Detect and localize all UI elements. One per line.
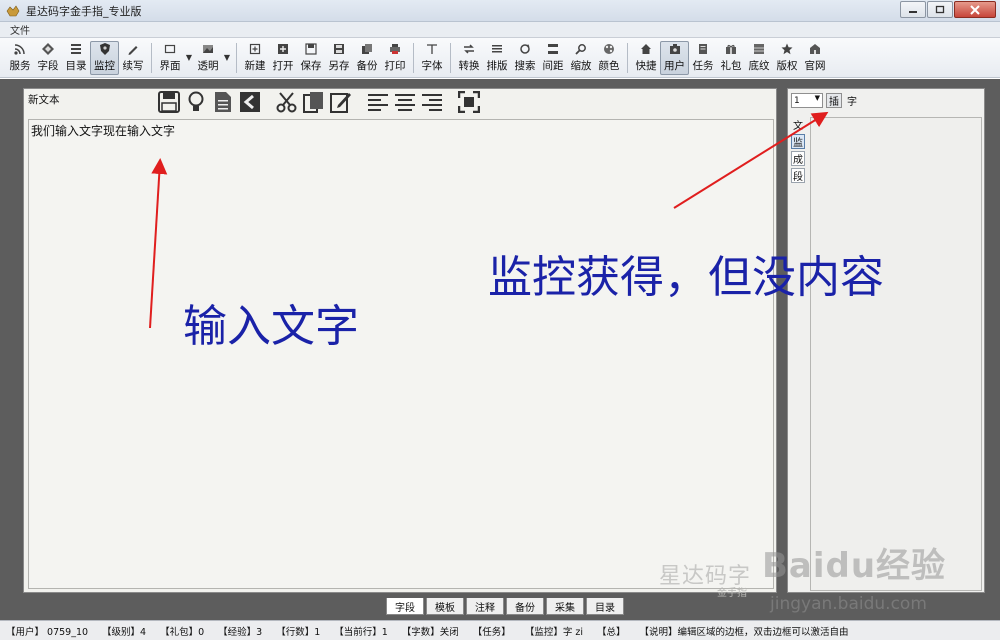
baidu-logo: Baidu经验 bbox=[762, 546, 947, 586]
arrow-to-monitor bbox=[673, 111, 829, 209]
baidu-watermark: Baidu经验 jingyan.baidu.com bbox=[762, 538, 998, 620]
annotation-input-text: 输入文字 bbox=[183, 301, 359, 352]
arrow-to-text bbox=[149, 158, 168, 329]
annotation-monitor-result: 监控获得，但没内容 bbox=[488, 252, 884, 303]
baidu-url: jingyan.baidu.com bbox=[770, 594, 927, 614]
